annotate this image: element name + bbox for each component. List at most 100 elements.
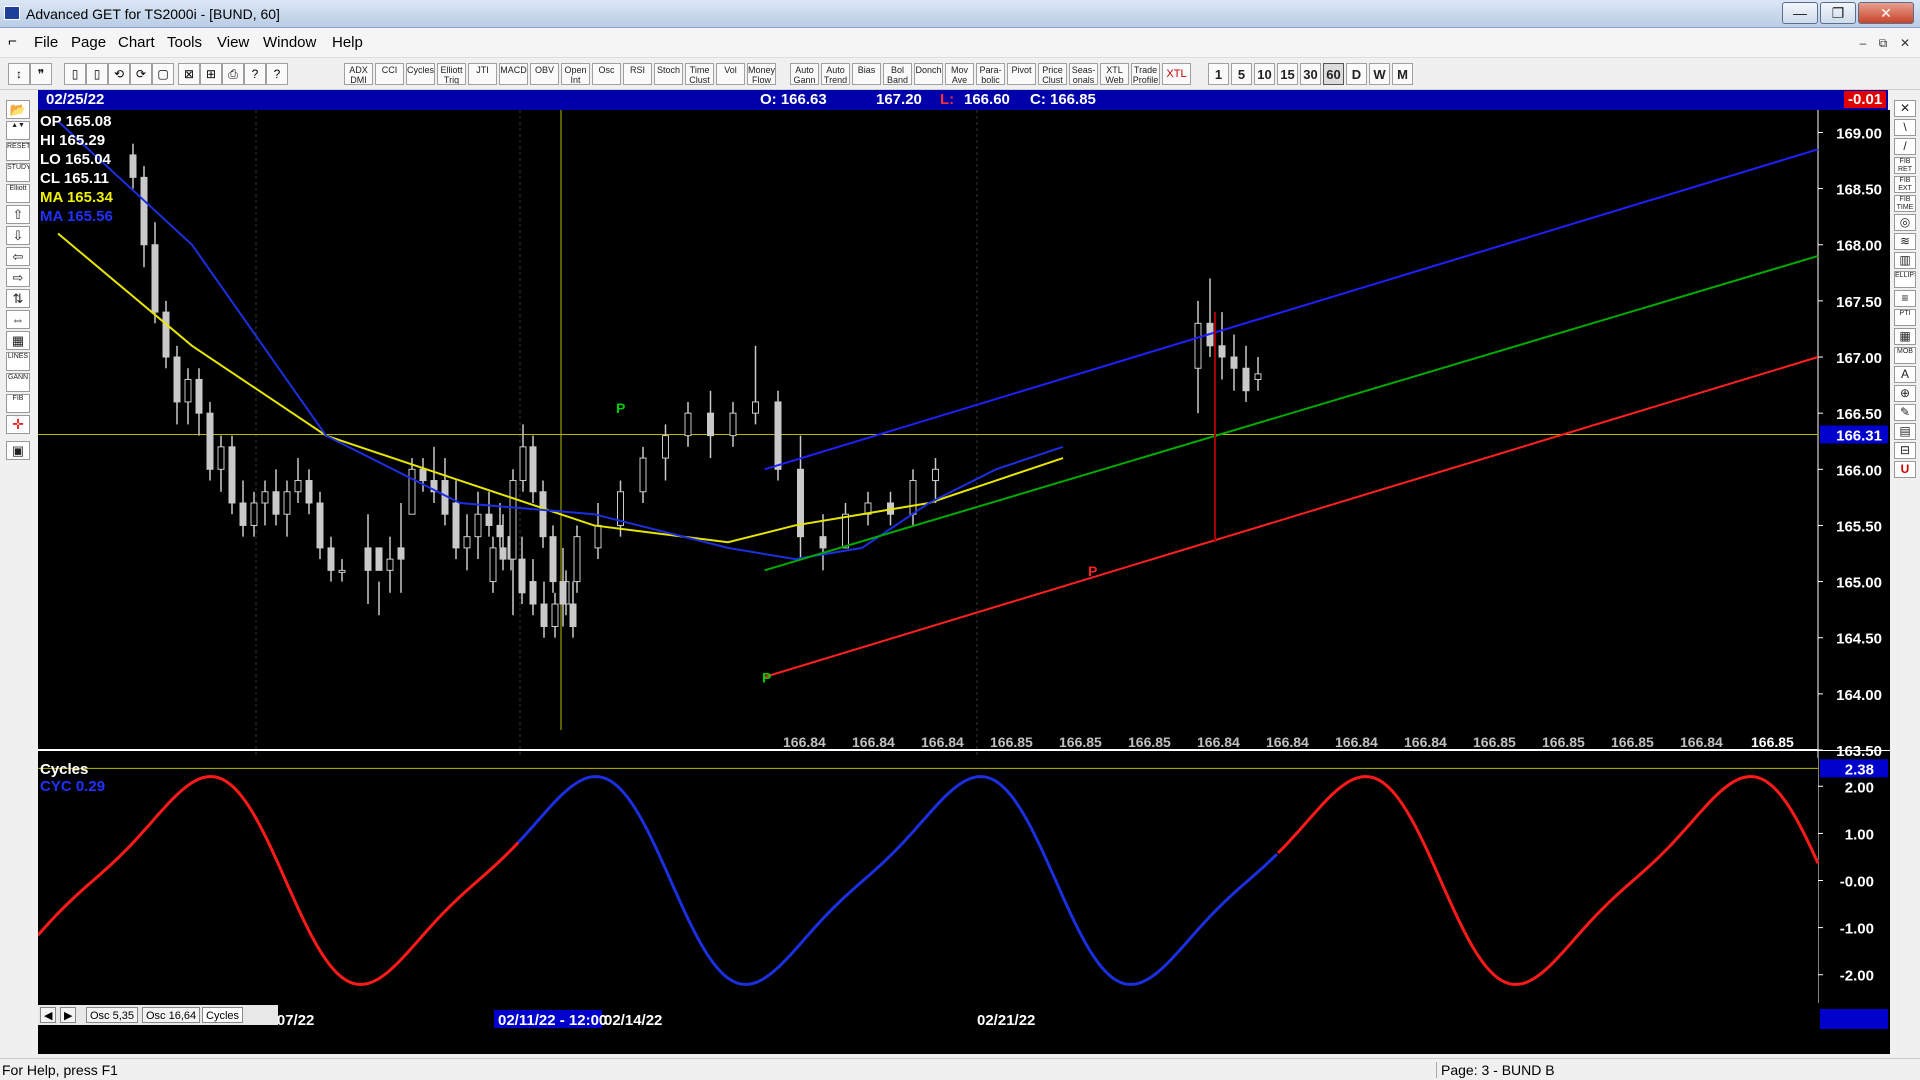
right-tool-14-icon[interactable]: A [1894,366,1916,383]
tool-button-xtl[interactable]: XTL [1162,63,1191,85]
menu-chart[interactable]: Chart [118,34,155,51]
file-tool-6-icon[interactable]: ⊞ [200,63,222,85]
tool-button-auto-gann[interactable]: Auto Gann [790,63,819,85]
menu-tools[interactable]: Tools [167,34,202,51]
right-tool-3-icon[interactable]: FIB RET [1894,157,1916,174]
interval-button-10[interactable]: 10 [1254,63,1275,85]
right-tool-5-icon[interactable]: FIB TIME [1894,195,1916,212]
left-tool-grid-icon[interactable]: ▦ [6,331,30,350]
file-tool-2-icon[interactable]: ⟲ [108,63,130,85]
left-tool-study-icon[interactable]: STUDY [6,163,30,182]
study-button-time-clust[interactable]: Time Clust [685,63,714,85]
left-tool-split-icon[interactable]: ⇅ [6,289,30,308]
right-tool-1-icon[interactable]: \ [1894,119,1916,136]
file-tool-1-icon[interactable]: ▯ [86,63,108,85]
study-button-open-int[interactable]: Open Int [561,63,590,85]
mdi-minimize-button[interactable]: ‒ [1852,33,1874,53]
left-tool-zoom-icon[interactable]: ⇔ [6,310,30,329]
left-tool-up-icon[interactable]: ⇧ [6,205,30,224]
study-button-jti[interactable]: JTI [468,63,497,85]
interval-button-15[interactable]: 15 [1277,63,1298,85]
file-tool-3-icon[interactable]: ⟳ [130,63,152,85]
right-tool-7-icon[interactable]: ≋ [1894,233,1916,250]
right-tool-19-icon[interactable]: U [1894,461,1916,478]
tab-osc-5-35[interactable]: Osc 5,35 [86,1007,139,1023]
left-tool-elliott-icon[interactable]: Elliott [6,184,30,203]
left-tool-reset-icon[interactable]: RESET [6,142,30,161]
tab-cycles[interactable]: Cycles [202,1007,244,1023]
minimize-button[interactable]: — [1782,2,1818,24]
left-tool-lines-icon[interactable]: LINES [6,352,30,371]
study-button-cci[interactable]: CCI [375,63,404,85]
interval-button-w[interactable]: W [1369,63,1390,85]
study-button-obv[interactable]: OBV [530,63,559,85]
right-tool-9-icon[interactable]: ELLIPS [1894,271,1916,288]
tool-button-para-bolic[interactable]: Para-bolic [976,63,1005,85]
tool-button-auto-trend[interactable]: Auto Trend [821,63,850,85]
interval-button-d[interactable]: D [1346,63,1367,85]
study-button-elliott-trig[interactable]: Elliott Trig [437,63,466,85]
right-tool-8-icon[interactable]: ▥ [1894,252,1916,269]
left-tool-print-icon[interactable]: ▣ [6,441,30,460]
right-tool-0-icon[interactable]: ✕ [1894,100,1916,117]
interval-button-30[interactable]: 30 [1300,63,1321,85]
study-button-stoch[interactable]: Stoch [654,63,683,85]
left-tool-right-icon[interactable]: ⇨ [6,268,30,287]
study-button-macd[interactable]: MACD [499,63,528,85]
right-tool-12-icon[interactable]: ▦ [1894,328,1916,345]
right-tool-16-icon[interactable]: ✎ [1894,404,1916,421]
study-button-money-flow[interactable]: Money Flow [747,63,776,85]
mdi-restore-button[interactable]: ⧉ [1872,33,1894,53]
right-tool-2-icon[interactable]: / [1894,138,1916,155]
menu-file[interactable]: File [34,34,58,51]
tool-button-donch[interactable]: Donch [914,63,943,85]
file-tool-8-icon[interactable]: ? [244,63,266,85]
chart-area[interactable]: P P P OP 165.08 HI 165.29 LO 165.04 CL 165.11 M… [36,110,1890,1054]
tool-button-xtl-web[interactable]: XTL Web [1100,63,1129,85]
tool-button-mov-ave[interactable]: Mov Ave [945,63,974,85]
close-button[interactable]: ✕ [1858,2,1914,24]
file-tool-5-icon[interactable]: ⊠ [178,63,200,85]
menu-window[interactable]: Window [263,34,316,51]
interval-button-60[interactable]: 60 [1323,63,1344,85]
study-button-osc[interactable]: Osc [592,63,621,85]
left-tool-left-icon[interactable]: ⇦ [6,247,30,266]
left-tool-open-icon[interactable]: 📂 [6,100,30,119]
study-button-adx-dmi[interactable]: ADX DMI [344,63,373,85]
menu-help[interactable]: Help [332,34,363,51]
tab-osc-16-64[interactable]: Osc 16,64 [142,1007,201,1023]
study-button-vol[interactable]: Vol [716,63,745,85]
tool-button-seas-onals[interactable]: Seas-onals [1069,63,1098,85]
tool-button-bol-band[interactable]: Bol Band [883,63,912,85]
tool-button-bias[interactable]: Bias [852,63,881,85]
file-tool-4-icon[interactable]: ▢ [152,63,174,85]
right-tool-4-icon[interactable]: FIB EXT [1894,176,1916,193]
study-button-rsi[interactable]: RSI [623,63,652,85]
menu-page[interactable]: Page [71,34,106,51]
interval-button-m[interactable]: M [1392,63,1413,85]
left-tool-gann-icon[interactable]: GANN [6,373,30,392]
tab-prev-button[interactable]: ◀ [40,1007,57,1023]
left-tool-fib-icon[interactable]: FIB [6,394,30,413]
tool-button-trade-profile[interactable]: Trade Profile [1131,63,1160,85]
left-tool-swing-icon[interactable]: ▲▼ [6,121,30,140]
study-button-cycles[interactable]: Cycles [406,63,435,85]
chart-svg[interactable]: P P P OP 165.08 HI 165.29 LO 165.04 CL 165.11 M… [36,110,1890,1054]
right-tool-13-icon[interactable]: MOB [1894,347,1916,364]
file-tool-9-icon[interactable]: ? [266,63,288,85]
tool-button-price-clust[interactable]: Price Clust [1038,63,1067,85]
restore-button[interactable]: ❐ [1820,2,1856,24]
interval-button-5[interactable]: 5 [1231,63,1252,85]
pointer-icon[interactable]: ↕ [8,63,30,85]
right-tool-17-icon[interactable]: ▤ [1894,423,1916,440]
right-tool-18-icon[interactable]: ⊟ [1894,442,1916,459]
interval-button-1[interactable]: 1 [1208,63,1229,85]
quote-icon[interactable]: ❞ [30,63,52,85]
right-tool-15-icon[interactable]: ⊕ [1894,385,1916,402]
menu-view[interactable]: View [217,34,249,51]
right-tool-6-icon[interactable]: ◎ [1894,214,1916,231]
tab-next-button[interactable]: ▶ [60,1007,77,1023]
left-tool-down-icon[interactable]: ⇩ [6,226,30,245]
left-tool-cross-icon[interactable]: ✛ [6,415,30,434]
file-tool-7-icon[interactable]: ⎙ [222,63,244,85]
